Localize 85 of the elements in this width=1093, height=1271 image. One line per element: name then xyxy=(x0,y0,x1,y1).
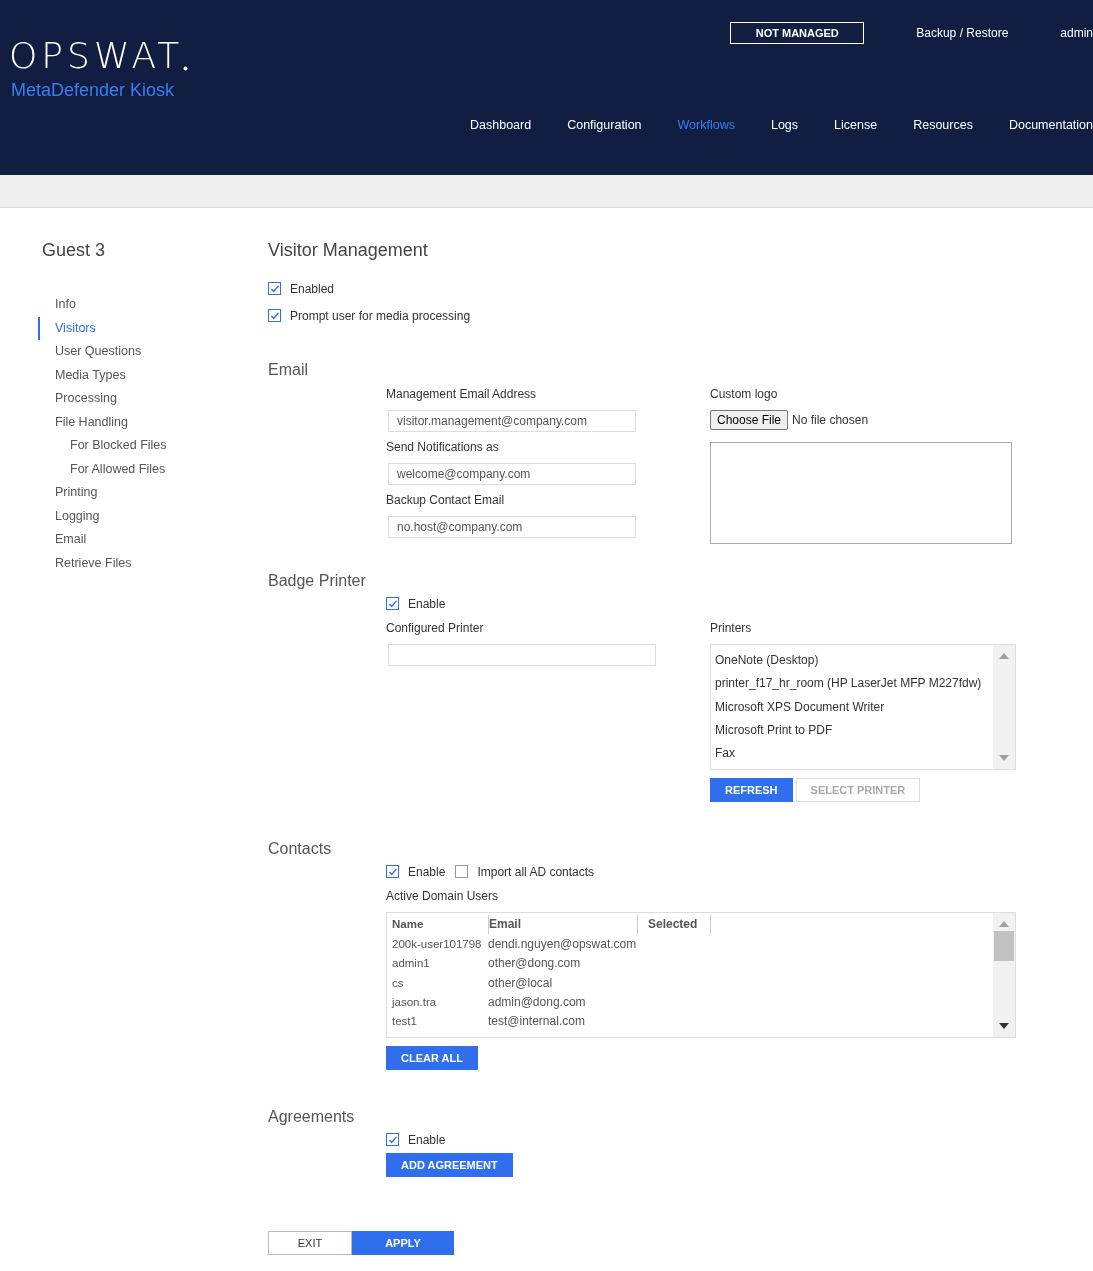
printer-button[interactable]: REFRESH xyxy=(710,778,793,802)
product-name: MetaDefender Kiosk xyxy=(11,80,176,101)
nav-tab[interactable]: Documentation xyxy=(1008,118,1093,132)
logo-dot-icon xyxy=(183,66,189,71)
checkbox[interactable] xyxy=(455,865,469,878)
sidebar-item[interactable]: Email xyxy=(38,528,268,552)
printer-item[interactable]: Microsoft XPS Document Writer xyxy=(715,695,989,719)
section-title: Contacts xyxy=(268,840,333,858)
printer-input[interactable] xyxy=(388,644,656,666)
sidebar-item[interactable]: For Allowed Files xyxy=(38,457,268,481)
section-title: Agreements xyxy=(268,1108,356,1126)
column-header[interactable]: Email xyxy=(489,915,638,935)
printer-item[interactable]: Fax xyxy=(715,742,989,766)
field-label: Custom logo xyxy=(710,387,779,401)
checkbox[interactable] xyxy=(386,865,399,878)
add-agreement-button[interactable]: ADD AGREEMENT xyxy=(386,1153,513,1177)
sidebar-item[interactable]: Info xyxy=(38,293,268,317)
field-label: Backup Contact Email xyxy=(386,493,506,507)
field-label: Active Domain Users xyxy=(386,889,499,903)
sidebar-item[interactable]: For Blocked Files xyxy=(38,434,268,458)
sidebar-item[interactable]: File Handling xyxy=(38,410,268,434)
column-header[interactable]: Selected xyxy=(638,915,711,935)
field-label: Configured Printer xyxy=(386,621,485,635)
clear-all-button[interactable]: CLEAR ALL xyxy=(386,1046,478,1070)
sidebar-item[interactable]: Media Types xyxy=(38,363,268,387)
table-cell-text: other@local xyxy=(488,975,554,990)
nav-tab[interactable]: License xyxy=(834,118,878,132)
section-title: Badge Printer xyxy=(268,572,367,590)
scroll-thumb[interactable] xyxy=(994,931,1014,961)
nav-tab[interactable]: Dashboard xyxy=(470,118,532,132)
footer-button[interactable]: APPLY xyxy=(352,1231,454,1255)
file-status: No file chosen xyxy=(792,413,869,427)
table-cell: dendi.nguyen@opswat.com xyxy=(488,936,636,951)
field-label: Send Notifications as xyxy=(386,440,500,454)
printer-item[interactable]: Microsoft Print to PDF xyxy=(715,718,989,743)
checkbox-label: Enable xyxy=(408,596,446,611)
checkbox-label: Enabled xyxy=(290,281,335,296)
checkbox[interactable] xyxy=(268,282,281,295)
footer-button[interactable]: EXIT xyxy=(268,1231,352,1255)
sidebar-item[interactable]: Retrieve Files xyxy=(38,551,268,575)
printer-item[interactable]: OneNote (Desktop) xyxy=(715,649,989,673)
sidebar-title: Guest 3 xyxy=(42,240,107,261)
column-header[interactable]: Name xyxy=(392,915,489,935)
checkbox[interactable] xyxy=(386,1133,399,1146)
sidebar-item[interactable]: Printing xyxy=(38,481,268,505)
table-cell-text: admin@dong.com xyxy=(488,994,587,1009)
scrollbar[interactable] xyxy=(993,913,1015,1037)
scroll-down-icon[interactable] xyxy=(999,1023,1009,1029)
header-link[interactable]: Backup / Restore xyxy=(916,26,1009,40)
table-cell-text: cs xyxy=(392,976,405,989)
email-input[interactable]: welcome@company.com xyxy=(388,463,636,485)
scroll-up-icon[interactable] xyxy=(999,653,1009,659)
checkbox-label: Import all AD contacts xyxy=(477,864,595,879)
nav-tab[interactable]: Configuration xyxy=(567,118,642,132)
sidebar-item[interactable]: Logging xyxy=(38,504,268,528)
sidebar-item[interactable]: Processing xyxy=(38,387,268,411)
field-label: Printers xyxy=(710,621,753,635)
checkbox-label: Prompt user for media processing xyxy=(290,308,471,323)
checkbox[interactable] xyxy=(268,309,281,322)
checkbox-label: Enable xyxy=(408,1132,446,1147)
nav-tab[interactable]: Logs xyxy=(770,118,799,132)
table-cell-text: 200k-user101798 xyxy=(392,937,483,950)
table-cell-text: admin1 xyxy=(392,957,431,970)
checkbox[interactable] xyxy=(386,597,399,610)
page-title: Visitor Management xyxy=(268,240,429,261)
table-cell-text: test@internal.com xyxy=(488,1014,586,1029)
table-cell-text: test1 xyxy=(392,1015,418,1028)
sidebar-item[interactable]: Visitors xyxy=(38,316,268,340)
printer-item[interactable]: printer_f17_hr_room (HP LaserJet MFP M227fdw) xyxy=(715,672,989,696)
nav-tab[interactable]: Resources xyxy=(913,118,973,132)
email-input[interactable]: visitor.management@company.com xyxy=(388,410,636,432)
field-label: Management Email Address xyxy=(386,387,538,401)
table-cell-text: jason.tra xyxy=(392,995,438,1008)
logo-text: OPSWAT xyxy=(9,38,184,74)
status-badge: NOT MANAGED xyxy=(730,22,865,44)
section-title: Email xyxy=(268,361,309,379)
scrollbar[interactable] xyxy=(993,645,1015,769)
checkbox-label: Enable xyxy=(408,864,446,879)
nav-tab[interactable]: Workflows xyxy=(677,118,735,132)
table-cell-text: other@dong.com xyxy=(488,956,582,971)
email-input[interactable]: no.host@company.com xyxy=(388,516,636,538)
scroll-up-icon[interactable] xyxy=(999,921,1009,927)
sidebar-item[interactable]: User Questions xyxy=(38,340,268,364)
header-link[interactable]: admin xyxy=(1060,26,1093,40)
choose-file-button[interactable]: Choose File xyxy=(710,410,789,430)
